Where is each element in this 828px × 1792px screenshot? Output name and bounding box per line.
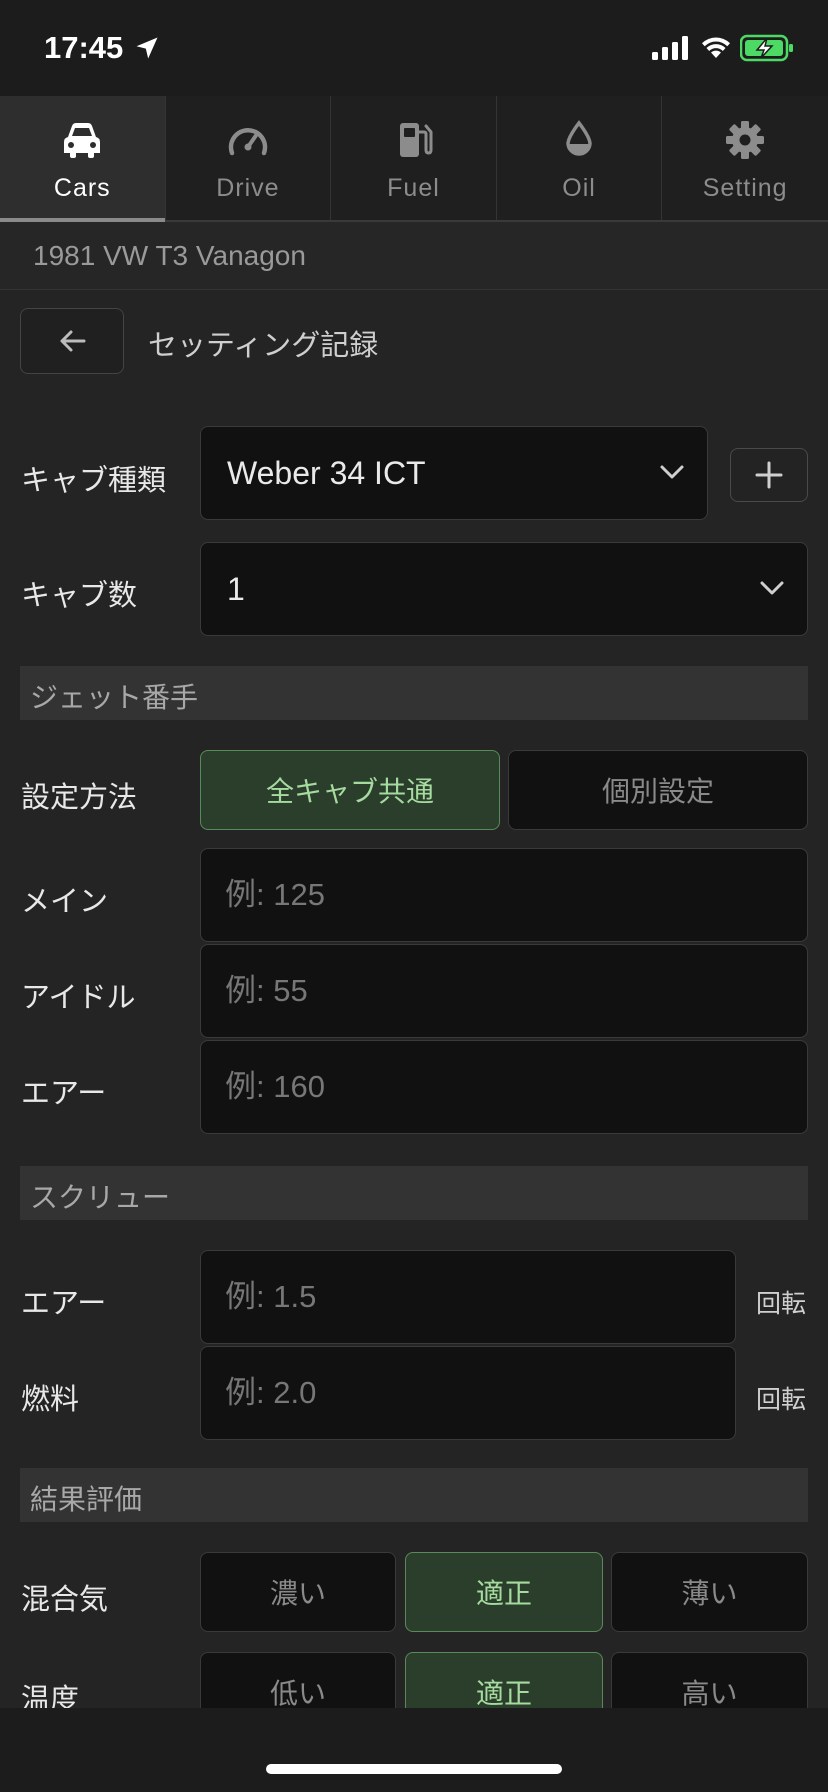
vehicle-header: 1981 VW T3 Vanagon <box>0 222 828 290</box>
tab-fuel[interactable]: Fuel <box>331 96 497 220</box>
wifi-icon <box>702 37 730 58</box>
air-jet-input[interactable] <box>200 1040 808 1134</box>
temperature-label: 温度 <box>21 1682 80 1708</box>
status-time: 17:45 <box>44 30 124 65</box>
chevron-down-icon <box>660 465 684 479</box>
mixture-label: 混合気 <box>21 1582 109 1616</box>
tab-label: Cars <box>53 174 111 202</box>
carb-count-value: 1 <box>227 571 245 607</box>
home-indicator-area <box>0 1708 828 1792</box>
plus-icon <box>755 461 783 489</box>
carb-count-select[interactable]: 1 <box>200 542 808 636</box>
tab-label: Fuel <box>387 174 440 202</box>
carb-count-label: キャブ数 <box>21 578 138 612</box>
tab-oil[interactable]: Oil <box>497 96 663 220</box>
cellular-signal-icon <box>652 36 688 60</box>
tab-setting[interactable]: Setting <box>662 96 828 220</box>
tab-label: Setting <box>702 174 788 202</box>
jet-section-header: ジェット番手 <box>20 666 808 720</box>
page-title: セッティング記録 <box>148 328 379 362</box>
back-button[interactable] <box>20 308 124 374</box>
settings-form: セッティング記録 キャブ種類 Weber 34 ICT キャブ数 1 ジェット番… <box>0 290 828 1708</box>
add-carb-type-button[interactable] <box>730 448 808 502</box>
mixture-rich-button[interactable]: 濃い <box>200 1552 396 1632</box>
chevron-down-icon <box>760 581 784 595</box>
oil-drop-icon <box>566 120 592 156</box>
result-section-header: 結果評価 <box>20 1468 808 1522</box>
location-arrow-icon <box>136 37 158 59</box>
tab-label: Drive <box>216 174 280 202</box>
main-jet-input[interactable] <box>200 848 808 942</box>
method-all-carbs-button[interactable]: 全キャブ共通 <box>200 750 500 830</box>
carb-type-value: Weber 34 ICT <box>227 455 426 491</box>
carb-type-label: キャブ種類 <box>21 463 167 497</box>
car-icon <box>64 123 101 158</box>
section-title: ジェット番手 <box>30 681 199 714</box>
fuel-screw-label: 燃料 <box>21 1382 80 1416</box>
tab-bar: Cars Drive Fuel Oil Setting <box>0 96 828 222</box>
status-bar: 17:45 <box>0 0 828 96</box>
method-label: 設定方法 <box>21 780 138 814</box>
main-jet-label: メイン <box>21 884 109 918</box>
tab-label: Oil <box>562 174 596 202</box>
mixture-lean-button[interactable]: 薄い <box>611 1552 808 1632</box>
fuel-screw-unit: 回転 <box>756 1385 807 1414</box>
speedometer-icon <box>228 128 268 156</box>
temperature-proper-button[interactable]: 適正 <box>405 1652 603 1708</box>
battery-charging-icon <box>740 34 793 62</box>
air-jet-label: エアー <box>21 1076 107 1110</box>
temperature-low-button[interactable]: 低い <box>200 1652 396 1708</box>
screw-section-header: スクリュー <box>20 1166 808 1220</box>
method-individual-button[interactable]: 個別設定 <box>508 750 808 830</box>
gear-icon <box>726 121 765 159</box>
section-title: 結果評価 <box>30 1483 143 1516</box>
tab-drive[interactable]: Drive <box>166 96 332 220</box>
home-indicator[interactable] <box>266 1764 562 1774</box>
fuel-pump-icon <box>400 123 433 157</box>
air-screw-unit: 回転 <box>756 1289 807 1318</box>
tab-cars[interactable]: Cars <box>0 96 166 222</box>
arrow-left-icon <box>60 330 86 352</box>
mixture-proper-button[interactable]: 適正 <box>405 1552 603 1632</box>
temperature-high-button[interactable]: 高い <box>611 1652 808 1708</box>
air-screw-label: エアー <box>21 1286 107 1320</box>
vehicle-name: 1981 VW T3 Vanagon <box>33 240 306 271</box>
air-screw-input[interactable] <box>200 1250 736 1344</box>
idle-jet-label: アイドル <box>21 980 136 1014</box>
fuel-screw-input[interactable] <box>200 1346 736 1440</box>
idle-jet-input[interactable] <box>200 944 808 1038</box>
carb-type-select[interactable]: Weber 34 ICT <box>200 426 708 520</box>
section-title: スクリュー <box>30 1181 171 1214</box>
